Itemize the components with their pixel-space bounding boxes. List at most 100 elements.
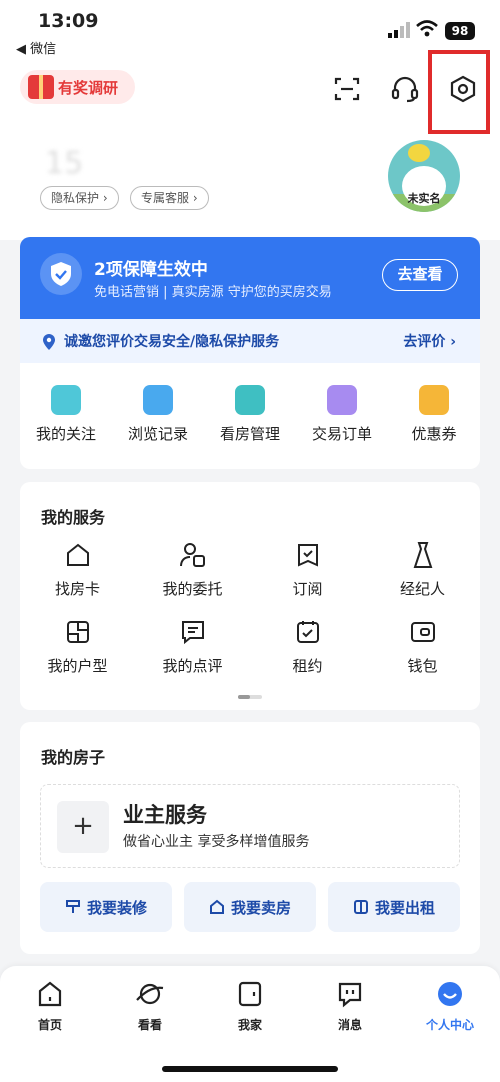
services-title: 我的服务 (41, 508, 106, 527)
avatar-label: 未实名 (407, 192, 441, 205)
heart-icon (51, 385, 81, 415)
service-commission[interactable]: 我的委托 (135, 540, 250, 599)
exclusive-service-pill[interactable]: 专属客服 › (130, 186, 209, 210)
brush-icon (65, 900, 80, 913)
scan-icon (334, 77, 360, 101)
bottom-tab-bar: 首页 看看 我家 消息 个人中心 (0, 966, 500, 1082)
review-icon (181, 621, 204, 645)
door-open-icon (353, 900, 368, 914)
quick-link-label: 看房管理 (219, 425, 280, 443)
agent-icon (413, 542, 432, 568)
user-name-blurred: 15 (45, 146, 84, 181)
renovate-button[interactable]: 我要装修 (40, 882, 172, 932)
service-label: 钱包 (407, 657, 438, 675)
battery-indicator: 98 (445, 22, 475, 40)
home-indicator (162, 1066, 338, 1072)
go-review-link[interactable]: 去评价 › (403, 331, 456, 351)
scan-button[interactable] (330, 72, 364, 106)
service-label: 订阅 (292, 580, 323, 598)
my-house-card: 我的房子 + 业主服务 做省心业主 享受多样增值服务 我要装修 我要卖房 我要出… (20, 722, 480, 954)
tab-label: 个人中心 (425, 1018, 474, 1032)
service-label: 经纪人 (399, 580, 445, 598)
quick-link-viewing[interactable]: 看房管理 (204, 363, 296, 469)
tab-browse[interactable]: 看看 (110, 980, 190, 1033)
service-agent[interactable]: 经纪人 (365, 540, 480, 599)
sell-house-button[interactable]: 我要卖房 (184, 882, 316, 932)
quick-link-label: 浏览记录 (127, 425, 188, 443)
owner-service-title: 业主服务 (123, 803, 207, 827)
home-icon (38, 981, 62, 1007)
owner-service-box[interactable]: + 业主服务 做省心业主 享受多样增值服务 (40, 784, 460, 868)
tab-label: 看看 (137, 1018, 162, 1032)
signal-icon (388, 22, 410, 38)
reward-label: 有奖调研 (58, 78, 119, 97)
quick-link-label: 我的关注 (35, 425, 96, 443)
service-subscribe[interactable]: 订阅 (250, 540, 365, 599)
my-services-card: 我的服务 找房卡 我的委托 订阅 经纪人 我的户型 我的点评 租约 钱包 (20, 482, 480, 710)
history-icon (143, 385, 173, 415)
tab-label: 消息 (337, 1018, 362, 1032)
avatar[interactable]: 未实名 (388, 140, 460, 212)
camera-icon (235, 385, 265, 415)
lease-icon (296, 621, 319, 643)
headset-icon (391, 76, 419, 103)
service-wallet[interactable]: 钱包 (365, 617, 480, 676)
service-label: 我的委托 (162, 580, 223, 598)
door-icon (238, 981, 262, 1007)
tab-messages[interactable]: 消息 (310, 980, 390, 1033)
quick-link-label: 优惠券 (411, 425, 457, 443)
tab-label: 首页 (37, 1018, 62, 1032)
service-label: 找房卡 (54, 580, 100, 598)
status-time: 13:09 (38, 10, 99, 32)
floorplan-icon (66, 621, 89, 643)
quick-link-follow[interactable]: 我的关注 (20, 363, 112, 469)
smile-icon (438, 982, 462, 1006)
view-guarantee-button[interactable]: 去查看 (382, 259, 458, 291)
reward-survey-badge[interactable]: 有奖调研 (20, 70, 135, 104)
service-label: 我的户型 (47, 657, 108, 675)
service-house-card[interactable]: 找房卡 (20, 540, 135, 599)
wifi-icon (416, 20, 438, 37)
quick-link-label: 交易订单 (311, 425, 372, 443)
tab-my-home[interactable]: 我家 (210, 980, 290, 1033)
sell-label: 我要卖房 (230, 898, 291, 917)
tab-home[interactable]: 首页 (10, 980, 90, 1033)
house-icon (209, 899, 224, 914)
order-icon (327, 385, 357, 415)
plus-icon: + (57, 801, 109, 853)
quick-link-coupons[interactable]: 优惠券 (388, 363, 480, 469)
quick-links: 我的关注 浏览记录 看房管理 交易订单 优惠券 (20, 363, 480, 469)
gift-icon (28, 75, 54, 99)
planet-icon (136, 983, 164, 1005)
subscribe-icon (297, 544, 318, 567)
privacy-pill[interactable]: 隐私保护 › (40, 186, 119, 210)
settings-highlight-box (428, 50, 490, 134)
coupon-icon (419, 385, 449, 415)
back-to-wechat[interactable]: ◀ 微信 (16, 38, 56, 57)
location-pin-icon (43, 334, 55, 350)
customer-service-button[interactable] (388, 72, 422, 106)
my-house-title: 我的房子 (41, 748, 106, 767)
service-floorplan[interactable]: 我的户型 (20, 617, 135, 676)
invite-review-bar[interactable]: 诚邀您评价交易安全/隐私保护服务 去评价 › (20, 319, 480, 363)
guarantee-subtitle: 免电话营销 | 真实房源 守护您的买房交易 (94, 285, 332, 300)
renovate-label: 我要装修 (86, 898, 147, 917)
shield-icon (40, 253, 82, 295)
rent-out-button[interactable]: 我要出租 (328, 882, 460, 932)
invite-text: 诚邀您评价交易安全/隐私保护服务 (64, 334, 280, 350)
service-label: 我的点评 (162, 657, 223, 675)
page-indicator (238, 695, 262, 699)
quick-link-orders[interactable]: 交易订单 (296, 363, 388, 469)
services-grid: 找房卡 我的委托 订阅 经纪人 我的户型 我的点评 租约 钱包 (20, 540, 480, 676)
service-label: 租约 (292, 657, 323, 675)
message-icon (338, 982, 362, 1008)
quick-link-history[interactable]: 浏览记录 (112, 363, 204, 469)
tab-label: 我家 (237, 1018, 262, 1032)
tab-personal-center[interactable]: 个人中心 (410, 980, 490, 1033)
guarantee-banner: 2项保障生效中 免电话营销 | 真实房源 守护您的买房交易 去查看 (20, 237, 480, 319)
wallet-icon (410, 622, 435, 642)
rent-label: 我要出租 (374, 898, 435, 917)
service-review[interactable]: 我的点评 (135, 617, 250, 676)
service-lease[interactable]: 租约 (250, 617, 365, 676)
avatar-duck (408, 144, 430, 162)
